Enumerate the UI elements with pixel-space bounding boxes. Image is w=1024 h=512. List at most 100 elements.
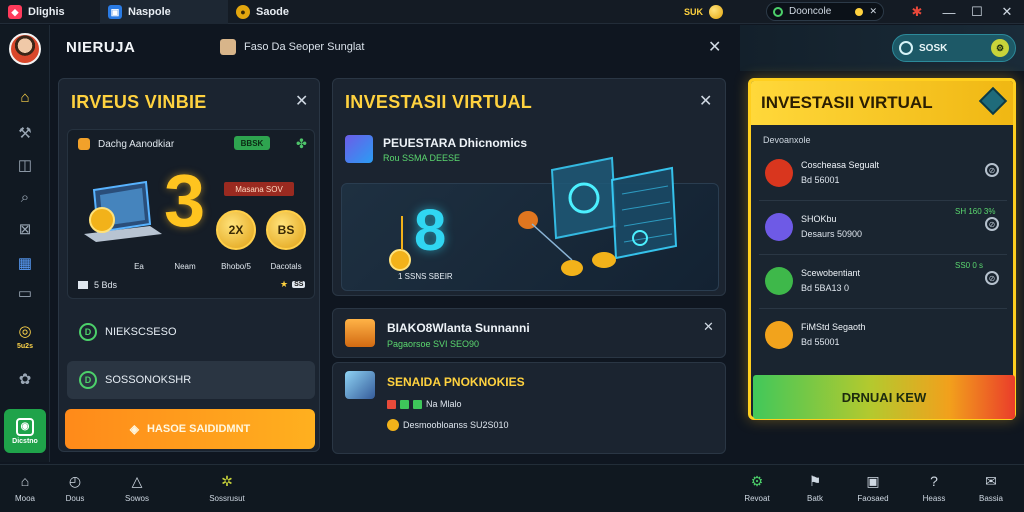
panel-title: INVESTASII VIRTUAL (345, 92, 533, 112)
primary-action-button[interactable]: ◈ HASOE SAIDIDMNT (65, 409, 315, 449)
close-window-icon[interactable]: ✕ (994, 0, 1020, 24)
clover-icon: ✤ (296, 136, 307, 151)
nav-item-dous[interactable]: ◴ Dous (51, 471, 99, 504)
search-button[interactable]: SOSK ⚙ (892, 34, 1016, 62)
flag-icon (387, 399, 396, 409)
investment-visual: 8 1 SSNS SBEIR (341, 156, 719, 291)
help-icon: ? (930, 473, 938, 489)
avatar[interactable] (9, 33, 41, 65)
coin-icon (709, 5, 724, 19)
close-icon[interactable]: ✕ (699, 91, 712, 111)
right-header: SOSK ⚙ (740, 25, 1024, 71)
multiplier-bubble[interactable]: BS (266, 210, 306, 250)
investment-card[interactable]: Dachg Aanodkiar BBSK ✤ Ea 3 Neam Masana … (67, 129, 315, 299)
nav-label: Bassia (978, 494, 1003, 503)
gear-icon: ⚙ (750, 472, 764, 489)
asset-row[interactable]: FiMStd Segaoth Bd 55001 (759, 313, 1007, 363)
header-message-text: Faso Da Seoper Sunglat (244, 41, 365, 53)
nav-label: Revoat (744, 494, 770, 503)
tab-bar: ◆ Dlighis ▣ Naspole ● Saode SUK Dooncole… (0, 0, 1024, 24)
invest-button[interactable]: DRNUAI KEW (753, 375, 1015, 419)
close-icon[interactable]: ✕ (295, 91, 308, 111)
tab-dlighis[interactable]: ◆ Dlighis (0, 0, 100, 24)
status-icon (773, 6, 783, 17)
grid-icon[interactable]: ▦ (13, 251, 37, 275)
tab-label: Dlighis (28, 6, 65, 18)
close-icon[interactable]: ✕ (708, 37, 721, 57)
nav-item-batk[interactable]: ⚑ Batk (791, 471, 839, 504)
asset-row[interactable]: SHOKbu Desaurs 50900 SH 160 3% ⊘ (759, 205, 1007, 255)
asset-name: FiMStd Segaoth (801, 322, 866, 332)
asset-row[interactable]: Scewobentiant Bd 5BA13 0 SS0 0 s ⊘ (759, 259, 1007, 309)
diamond-icon[interactable] (978, 86, 1008, 116)
asset-change: SS0 0 s (955, 261, 984, 270)
nav-label: Faosaed (857, 494, 889, 503)
card-header: Dachg Aanodkiar (78, 138, 174, 150)
check-icon (400, 399, 409, 409)
wallet-icon[interactable]: ▭ (13, 281, 37, 305)
close-icon[interactable]: ✕ (703, 319, 714, 335)
crypto-icon: ✲ (221, 472, 233, 489)
tab-naspole[interactable]: ▣ Naspole (100, 0, 228, 24)
nav-item-revoat[interactable]: ⚙ Revoat (733, 471, 781, 504)
chart-icon[interactable]: ◫ (13, 153, 37, 177)
footer-tag: SS (292, 281, 306, 288)
minimize-icon[interactable]: — (936, 0, 962, 24)
option-row[interactable]: D NIEKSCSESO (67, 313, 315, 351)
search-icon[interactable]: ⌕ (13, 185, 37, 209)
chat-icon: ✉ (985, 472, 997, 489)
nav-label: Dous (65, 494, 85, 503)
chart-board-illustration (518, 156, 678, 276)
option-row[interactable]: D SOSSONOKSHR (67, 361, 315, 399)
settings-icon[interactable]: ✿ (13, 367, 37, 391)
nav-item-bassia[interactable]: ✉ Bassia (967, 471, 1015, 504)
home-icon: ⌂ (20, 473, 30, 489)
featured-button[interactable]: ◉ Dicstno (4, 409, 46, 453)
action-icon[interactable]: ⊘ (985, 217, 999, 231)
inbox-icon[interactable]: ⊠ (13, 217, 37, 241)
action-icon[interactable]: ⊘ (985, 271, 999, 285)
close-icon[interactable]: ✕ (869, 6, 877, 17)
nav-item-sowos[interactable]: △ Sowos (113, 471, 161, 504)
option-label: SOSSONOKSHR (105, 374, 192, 386)
card-title: Dachg Aanodkiar (98, 138, 175, 150)
clock-icon: ◴ (68, 472, 82, 489)
footer-text: 5 Bds (94, 280, 118, 290)
info-line: Desmoobloanss SU2S010 (387, 419, 509, 431)
asset-icon (765, 159, 793, 187)
tab-label: Naspole (128, 6, 171, 18)
asset-amount: Bd 5BA13 0 (801, 283, 850, 293)
investment-row-panel[interactable]: BIAKO8Wlanta Sunnanni Pagaorsoe SVI SEO9… (332, 308, 726, 358)
search-field[interactable]: Dooncole ✕ (766, 2, 884, 21)
maximize-icon[interactable]: ☐ (964, 0, 990, 24)
item-name: BIAKO8Wlanta Sunnanni (387, 321, 530, 335)
asset-icon (765, 213, 793, 241)
nav-item-home[interactable]: ⌂ Mooa (1, 471, 49, 503)
investment-item[interactable]: PEUESTARA Dhicnomics Rou SSMA DEESE (345, 135, 527, 163)
coin-balance[interactable]: SUK (684, 0, 724, 24)
bug-icon[interactable]: ✱ (904, 0, 930, 24)
action-icon[interactable]: ⊘ (985, 163, 999, 177)
wrench-icon[interactable]: ⚒ (13, 121, 37, 145)
check-icon (413, 399, 422, 409)
item-name: SENAIDA PNOKNOKIES (387, 375, 525, 389)
tab-saode[interactable]: ● Saode (228, 0, 350, 24)
promo-tag: Masana SOV (224, 182, 294, 196)
nav-item-faosaed[interactable]: ▣ Faosaed (849, 471, 897, 504)
option-icon: D (79, 371, 97, 389)
nav-item-heass[interactable]: ? Heass (910, 471, 958, 503)
card-footer-right: ★ SS (280, 279, 306, 290)
nav-item-sossrusut[interactable]: ✲ Sossrusut (203, 471, 251, 504)
header: NIERUJA Faso Da Seoper Sunglat ✕ (50, 25, 740, 71)
bubble-label: Bhobo/5 (221, 262, 251, 271)
home-icon[interactable]: ⌂ (13, 85, 37, 109)
info-text: Desmoobloanss SU2S010 (403, 420, 509, 430)
portfolio-panel: INVESTASII VIRTUAL Devoanxole Coscheasa … (748, 78, 1016, 420)
asset-row[interactable]: Coscheasa Segualt Bd 56001 ⊘ (759, 151, 1007, 201)
multiplier-bubble[interactable]: 2X (216, 210, 256, 250)
bubble-label: Dacotals (270, 262, 302, 271)
coin-icon[interactable]: ◎ (13, 319, 37, 343)
economics-icon (345, 135, 373, 163)
square-icon: ▣ (866, 472, 880, 489)
option-icon: D (79, 323, 97, 341)
